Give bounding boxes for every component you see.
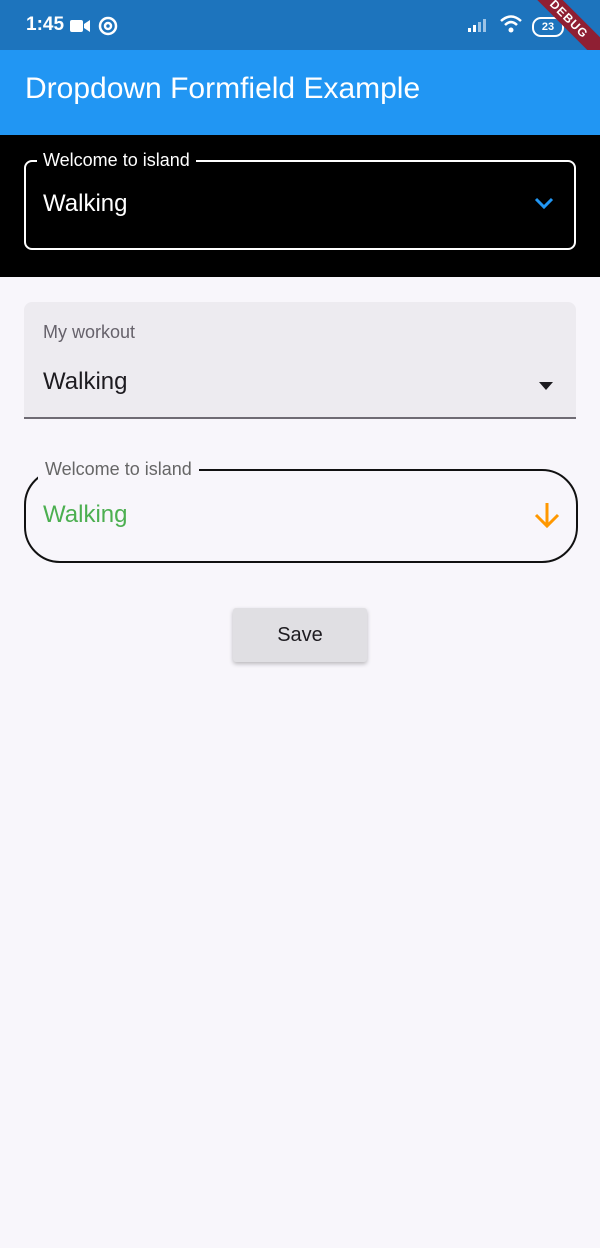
rounded-dropdown-value: Walking — [43, 501, 128, 528]
app-bar: Dropdown Formfield Example — [0, 50, 600, 135]
rounded-dropdown[interactable]: Welcome to island Walking — [24, 459, 578, 563]
status-icons-left — [70, 16, 118, 41]
workout-dropdown-label: My workout — [43, 322, 136, 342]
outlined-dropdown-value: Walking — [43, 190, 128, 217]
status-bar: 1:45 23 DEBUG — [0, 0, 600, 50]
workout-dropdown-value: Walking — [43, 368, 128, 395]
outlined-dropdown-label: Welcome to island — [37, 150, 196, 171]
arrow-drop-down-icon[interactable] — [538, 378, 554, 396]
status-icons-right: 23 — [468, 15, 564, 38]
dark-form-section: Welcome to island Walking — [0, 135, 600, 277]
status-time: 1:45 — [26, 14, 65, 35]
outlined-dropdown[interactable]: Welcome to island Walking — [24, 150, 576, 250]
arrow-down-icon[interactable] — [534, 501, 560, 534]
at-sign-icon — [98, 16, 118, 41]
save-button[interactable]: Save — [233, 608, 367, 662]
workout-dropdown[interactable]: My workout Walking — [24, 302, 576, 419]
wifi-icon — [500, 15, 522, 38]
rounded-dropdown-label: Welcome to island — [38, 459, 199, 480]
app-title: Dropdown Formfield Example — [25, 72, 421, 105]
chevron-down-icon[interactable] — [534, 196, 554, 215]
cellular-signal-icon — [468, 16, 490, 37]
video-camera-icon — [70, 19, 90, 38]
